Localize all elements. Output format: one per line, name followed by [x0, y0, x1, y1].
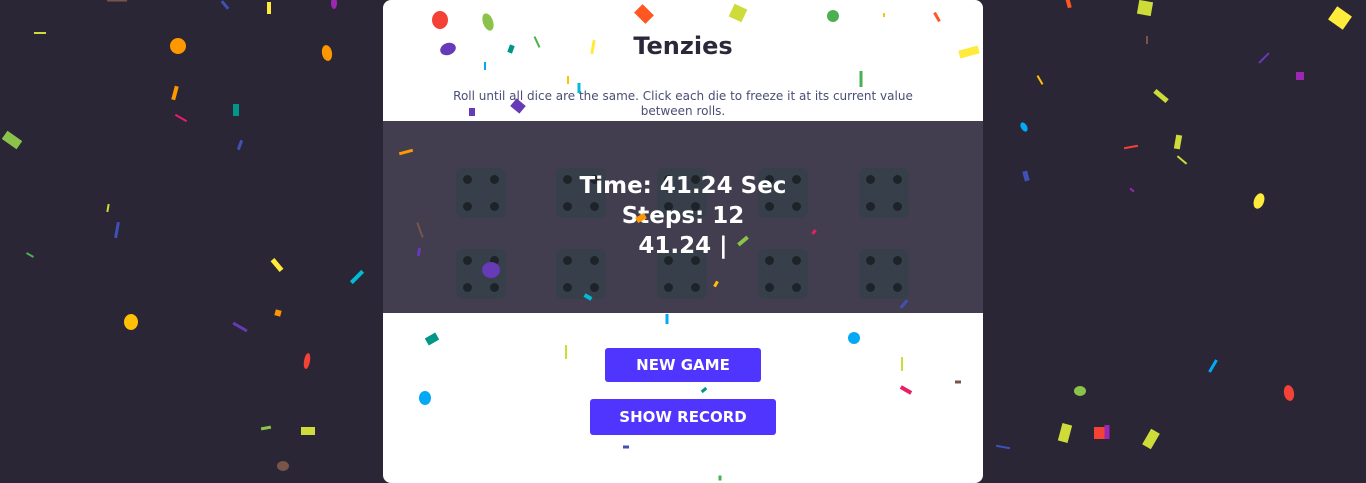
confetti-piece — [270, 258, 284, 272]
confetti-piece — [260, 425, 272, 431]
die-pip — [664, 283, 673, 292]
confetti-piece — [233, 104, 239, 116]
confetti-piece — [1123, 144, 1139, 150]
confetti-piece — [274, 309, 282, 317]
confetti-piece — [321, 45, 333, 61]
confetti-piece — [1153, 88, 1169, 104]
confetti-piece — [236, 139, 244, 151]
confetti-piece — [232, 321, 248, 333]
confetti-piece — [106, 203, 110, 213]
time-text: Time: 41.24 Sec — [579, 173, 787, 199]
confetti-piece — [1176, 155, 1188, 165]
confetti-piece — [277, 461, 289, 471]
confetti-piece — [1104, 425, 1110, 439]
confetti-piece — [107, 0, 127, 2]
die-pip — [866, 283, 875, 292]
confetti-piece — [1064, 0, 1072, 9]
confetti-piece — [1129, 187, 1135, 193]
die-pip — [463, 283, 472, 292]
confetti-piece — [26, 252, 34, 258]
die-pip — [691, 283, 700, 292]
win-overlay: Time: 41.24 Sec Steps: 12 41.24 | — [383, 121, 983, 313]
confetti-piece — [1022, 170, 1030, 182]
confetti-piece — [1020, 122, 1028, 132]
confetti-piece — [171, 85, 179, 101]
confetti-piece — [1036, 75, 1044, 85]
confetti-piece — [349, 269, 365, 285]
confetti-piece — [1296, 72, 1304, 80]
confetti-piece — [1057, 423, 1073, 443]
die-pip — [490, 283, 499, 292]
confetti-piece — [1283, 385, 1295, 401]
new-game-button[interactable]: NEW GAME — [605, 348, 761, 382]
confetti-piece — [170, 38, 186, 54]
confetti-piece — [174, 113, 188, 123]
confetti-piece — [1173, 134, 1183, 150]
confetti-piece — [303, 353, 311, 369]
confetti-piece — [301, 427, 315, 435]
die-pip — [563, 283, 572, 292]
result-panel: Time: 41.24 Sec Steps: 12 41.24 | — [383, 171, 983, 261]
confetti-piece — [995, 444, 1011, 450]
confetti-piece — [114, 221, 120, 239]
confetti-piece — [1142, 428, 1160, 450]
confetti-piece — [1074, 386, 1086, 396]
confetti-piece — [34, 32, 46, 34]
confetti-piece — [1208, 359, 1218, 373]
confetti-piece — [267, 2, 271, 14]
confetti-piece — [124, 314, 138, 330]
confetti-piece — [1, 130, 23, 150]
confetti-piece — [331, 0, 337, 9]
show-record-button[interactable]: SHOW RECORD — [590, 399, 776, 435]
confetti-piece — [1146, 36, 1148, 44]
instructions-text: Roll until all dice are the same. Click … — [453, 89, 913, 118]
steps-text: Steps: 12 — [621, 203, 745, 229]
confetti-piece — [1328, 6, 1352, 30]
confetti-piece — [1258, 52, 1270, 64]
confetti-piece — [220, 0, 230, 10]
confetti-piece — [1094, 427, 1106, 439]
confetti-piece — [1136, 0, 1154, 17]
confetti-piece — [1253, 193, 1265, 209]
die-pip — [792, 283, 801, 292]
page-title: Tenzies — [633, 32, 733, 60]
die-pip — [765, 283, 774, 292]
die-pip — [893, 283, 902, 292]
die-pip — [590, 283, 599, 292]
record-text: 41.24 | — [638, 233, 728, 259]
game-card: Tenzies Roll until all dice are the same… — [383, 0, 983, 483]
